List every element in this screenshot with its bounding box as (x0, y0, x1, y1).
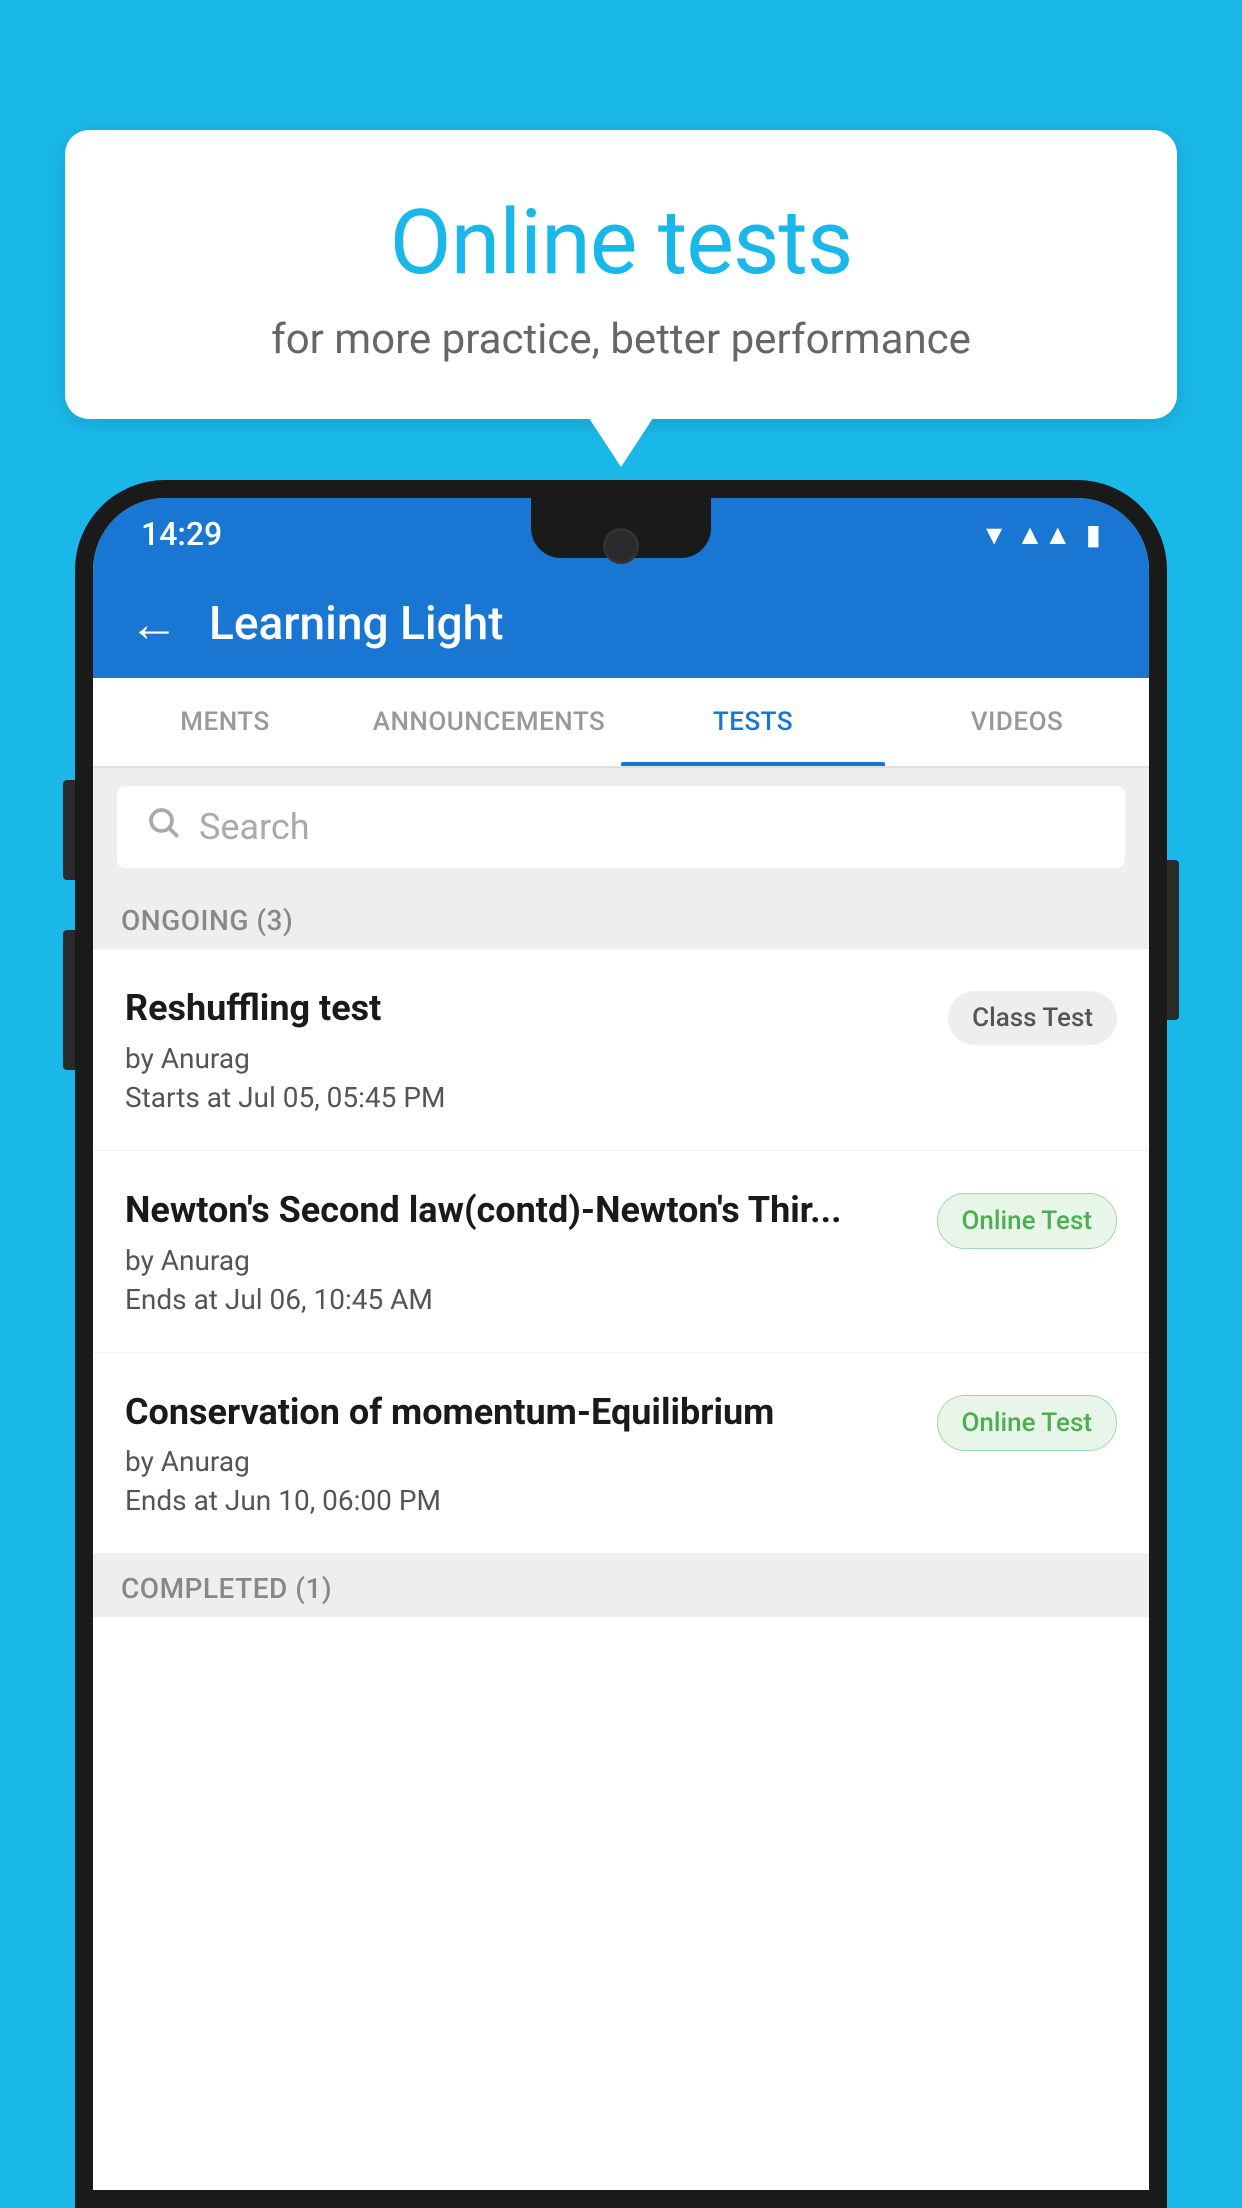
tab-videos-label: VIDEOS (971, 707, 1063, 737)
ongoing-section-header: ONGOING (3) (93, 886, 1149, 949)
phone-power-button (1167, 860, 1179, 1020)
status-time: 14:29 (141, 515, 222, 553)
test-badge-reshuffling: Class Test (948, 991, 1117, 1045)
app-bar-title: Learning Light (209, 597, 504, 651)
test-item-newtons[interactable]: Newton's Second law(contd)-Newton's Thir… (93, 1151, 1149, 1353)
test-info-conservation: Conservation of momentum-Equilibrium by … (125, 1389, 917, 1518)
test-title-conservation: Conservation of momentum-Equilibrium (125, 1389, 917, 1436)
test-author-reshuffling: by Anurag (125, 1042, 928, 1075)
test-title-newtons: Newton's Second law(contd)-Newton's Thir… (125, 1187, 917, 1234)
test-author-newtons: by Anurag (125, 1244, 917, 1277)
phone-volume-up-button (63, 780, 75, 880)
wifi-icon: ▾ (986, 515, 1002, 553)
test-info-newtons: Newton's Second law(contd)-Newton's Thir… (125, 1187, 917, 1316)
phone-notch (531, 498, 711, 558)
test-item-conservation[interactable]: Conservation of momentum-Equilibrium by … (93, 1353, 1149, 1555)
speech-bubble-subtitle: for more practice, better performance (135, 315, 1107, 364)
test-badge-conservation: Online Test (937, 1395, 1118, 1451)
search-container: Search (93, 768, 1149, 886)
speech-bubble-container: Online tests for more practice, better p… (65, 130, 1177, 419)
completed-section-header: COMPLETED (1) (93, 1554, 1149, 1617)
test-time-conservation: Ends at Jun 10, 06:00 PM (125, 1484, 917, 1517)
battery-icon: ▮ (1086, 518, 1101, 551)
speech-bubble: Online tests for more practice, better p… (65, 130, 1177, 419)
test-author-conservation: by Anurag (125, 1445, 917, 1478)
tab-tests-label: TESTS (713, 707, 793, 737)
search-icon (145, 804, 181, 850)
test-time-newtons: Ends at Jul 06, 10:45 AM (125, 1283, 917, 1316)
search-placeholder: Search (199, 806, 310, 848)
phone-frame: 14:29 ▾ ▲▲ ▮ ← Learning Light MENTS ANNO… (75, 480, 1167, 2208)
phone-screen: 14:29 ▾ ▲▲ ▮ ← Learning Light MENTS ANNO… (93, 498, 1149, 2190)
back-button[interactable]: ← (129, 595, 179, 654)
tab-announcements[interactable]: ANNOUNCEMENTS (357, 678, 621, 766)
tab-ments[interactable]: MENTS (93, 678, 357, 766)
test-info-reshuffling: Reshuffling test by Anurag Starts at Jul… (125, 985, 928, 1114)
tab-tests[interactable]: TESTS (621, 678, 885, 766)
phone-camera (603, 528, 639, 564)
tab-announcements-label: ANNOUNCEMENTS (373, 707, 606, 737)
test-time-reshuffling: Starts at Jul 05, 05:45 PM (125, 1081, 928, 1114)
test-list: Reshuffling test by Anurag Starts at Jul… (93, 949, 1149, 2190)
tab-ments-label: MENTS (180, 707, 269, 737)
status-icons: ▾ ▲▲ ▮ (986, 515, 1101, 553)
speech-bubble-title: Online tests (135, 190, 1107, 295)
signal-icon: ▲▲ (1016, 518, 1071, 551)
app-bar: ← Learning Light (93, 570, 1149, 678)
test-item-reshuffling[interactable]: Reshuffling test by Anurag Starts at Jul… (93, 949, 1149, 1151)
test-badge-newtons: Online Test (937, 1193, 1118, 1249)
phone-container: 14:29 ▾ ▲▲ ▮ ← Learning Light MENTS ANNO… (75, 480, 1167, 2208)
test-title-reshuffling: Reshuffling test (125, 985, 928, 1032)
tab-bar: MENTS ANNOUNCEMENTS TESTS VIDEOS (93, 678, 1149, 768)
phone-volume-down-button (63, 930, 75, 1070)
tab-videos[interactable]: VIDEOS (885, 678, 1149, 766)
search-input-wrapper[interactable]: Search (117, 786, 1125, 868)
